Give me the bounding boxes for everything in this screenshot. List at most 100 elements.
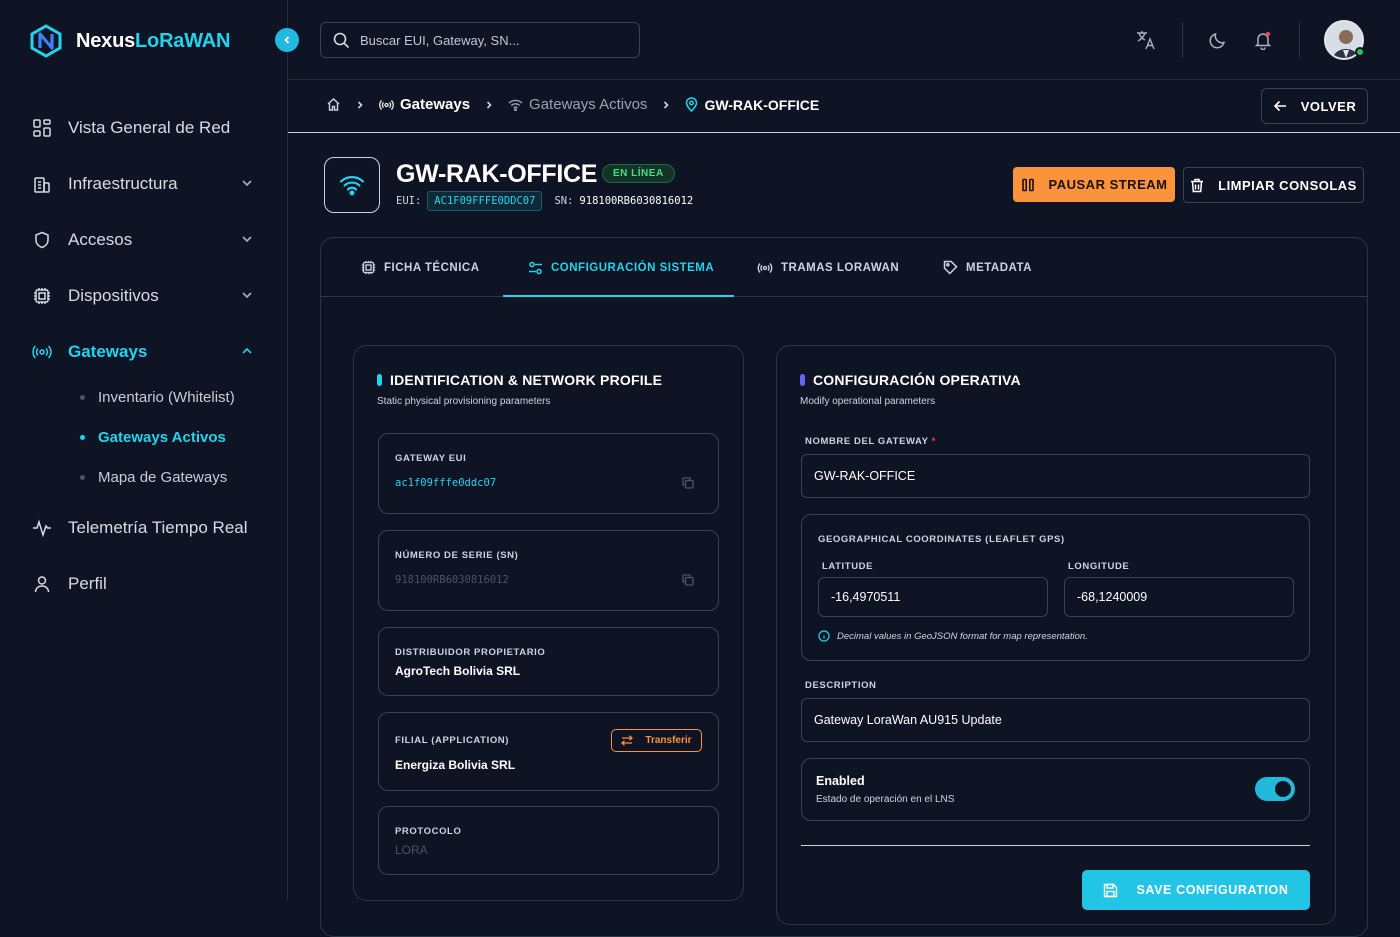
translate-icon <box>1137 31 1155 50</box>
nav-telemetria[interactable]: Telemetría Tiempo Real <box>32 516 254 540</box>
branch-card: FILIAL (APPLICATION) Energiza Bolivia SR… <box>378 712 719 791</box>
clear-label: LIMPIAR CONSOLAS <box>1218 177 1357 193</box>
back-button[interactable]: VOLVER <box>1261 88 1368 124</box>
title-accent <box>800 374 805 386</box>
longitude-input[interactable] <box>1064 577 1294 617</box>
field-label: DISTRIBUIDOR PROPIETARIO <box>395 647 546 658</box>
grid-icon <box>32 118 52 138</box>
app-logo[interactable]: NexusLoRaWAN <box>28 24 230 58</box>
panel-subtitle: Modify operational parameters <box>800 396 936 407</box>
breadcrumb-label: Gateways <box>400 96 471 113</box>
translate-button[interactable] <box>1134 28 1158 52</box>
tab-label: FICHA TÉCNICA <box>384 261 480 274</box>
divider <box>801 845 1310 846</box>
save-label: SAVE CONFIGURATION <box>1136 883 1289 897</box>
panel-title: CONFIGURACIÓN OPERATIVA <box>800 372 1021 388</box>
moon-icon <box>1209 32 1226 49</box>
nav-vista-general[interactable]: Vista General de Red <box>32 116 254 140</box>
chevron-up-icon <box>242 347 252 354</box>
breadcrumb-label: GW-RAK-OFFICE <box>704 96 820 113</box>
description-input[interactable] <box>801 698 1310 742</box>
wifi-icon <box>508 99 523 111</box>
nav-gateways[interactable]: Gateways <box>32 340 254 364</box>
enabled-toggle[interactable] <box>1255 777 1295 801</box>
chip-icon <box>32 286 52 306</box>
breadcrumb-gateways[interactable]: Gateways <box>379 96 470 113</box>
sliders-icon <box>529 261 542 274</box>
tab-metadata[interactable]: METADATA <box>943 238 1032 297</box>
tab-bar: FICHA TÉCNICA CONFIGURACIÓN SISTEMA TRAM… <box>321 238 1367 297</box>
broadcast-icon <box>757 262 773 273</box>
pause-stream-button[interactable]: PAUSAR STREAM <box>1013 167 1175 202</box>
bullet <box>80 435 85 440</box>
swap-icon <box>621 735 634 746</box>
save-configuration-button[interactable]: SAVE CONFIGURATION <box>1082 870 1310 910</box>
theme-toggle-button[interactable] <box>1206 28 1230 52</box>
sub-label: Gateways Activos <box>98 429 226 446</box>
coordinates-box: GEOGRAPHICAL COORDINATES (LEAFLET GPS) L… <box>801 514 1310 661</box>
broadcast-icon <box>32 342 52 362</box>
nav-infraestructura[interactable]: Infraestructura <box>32 172 254 196</box>
branch-value: Energiza Bolivia SRL <box>395 758 516 772</box>
tab-configuracion-sistema[interactable]: CONFIGURACIÓN SISTEMA <box>528 238 714 297</box>
tabs-card: FICHA TÉCNICA CONFIGURACIÓN SISTEMA TRAM… <box>320 237 1368 937</box>
top-bar <box>288 0 1400 80</box>
chevron-left-icon <box>284 36 290 44</box>
hint-text: Decimal values in GeoJSON format for map… <box>837 630 1088 642</box>
pause-label: PAUSAR STREAM <box>1048 177 1168 192</box>
gateway-name-input[interactable] <box>801 454 1310 498</box>
sn-label: SN: <box>554 195 574 207</box>
tab-ficha-tecnica[interactable]: FICHA TÉCNICA <box>361 238 480 297</box>
tab-tramas-lorawan[interactable]: TRAMAS LORAWAN <box>757 238 899 297</box>
user-icon <box>32 574 52 594</box>
transfer-label: Transferir <box>645 735 692 746</box>
tag-icon <box>943 260 958 275</box>
breadcrumb-active[interactable]: Gateways Activos <box>508 96 647 113</box>
sub-label: Mapa de Gateways <box>98 469 228 486</box>
app-name: NexusLoRaWAN <box>76 29 231 52</box>
transfer-button[interactable]: Transferir <box>611 729 702 752</box>
coordinates-hint: Decimal values in GeoJSON format for map… <box>818 630 1088 642</box>
notifications-button[interactable] <box>1251 28 1275 52</box>
copy-icon[interactable] <box>682 477 694 489</box>
collapse-sidebar-button[interactable] <box>275 28 299 52</box>
nav-dispositivos[interactable]: Dispositivos <box>32 284 254 308</box>
gateway-name-label: NOMBRE DEL GATEWAY * <box>805 436 936 447</box>
breadcrumb-home[interactable] <box>326 97 341 112</box>
nav-label: Dispositivos <box>68 286 159 305</box>
chevron-right-icon <box>484 100 494 110</box>
eui-value: AC1F09FFFE0DDC07 <box>427 191 543 211</box>
tab-label: METADATA <box>966 261 1032 274</box>
protocol-card: PROTOCOLO LORA <box>378 806 719 875</box>
tab-label: TRAMAS LORAWAN <box>781 261 900 274</box>
latitude-input[interactable] <box>818 577 1048 617</box>
bullet <box>80 475 85 480</box>
divider <box>1299 22 1300 58</box>
sub-gateways-activos[interactable]: Gateways Activos <box>80 429 226 446</box>
location-pin-icon <box>686 97 698 112</box>
nav-accesos[interactable]: Accesos <box>32 228 254 252</box>
search-box[interactable] <box>320 22 640 58</box>
latitude-label: LATITUDE <box>822 561 874 572</box>
sub-inventario[interactable]: Inventario (Whitelist) <box>80 389 235 406</box>
nav-label: Perfil <box>68 574 107 593</box>
sidebar: NexusLoRaWAN Vista General de Red Infrae… <box>0 0 288 900</box>
search-input[interactable] <box>360 32 620 48</box>
chevron-right-icon <box>355 100 365 110</box>
nav-perfil[interactable]: Perfil <box>32 572 254 596</box>
shield-icon <box>32 230 52 250</box>
nav-label: Accesos <box>68 230 133 249</box>
chevron-down-icon <box>242 180 252 187</box>
clear-consoles-button[interactable]: LIMPIAR CONSOLAS <box>1183 167 1364 203</box>
copy-icon[interactable] <box>682 574 694 586</box>
divider <box>1182 22 1183 58</box>
breadcrumb-label: Gateways Activos <box>529 96 648 113</box>
sub-mapa-gateways[interactable]: Mapa de Gateways <box>80 469 227 486</box>
chip-icon <box>361 260 376 275</box>
bell-icon <box>1254 31 1272 50</box>
enabled-card: Enabled Estado de operación en el LNS <box>801 758 1310 821</box>
chevron-right-icon <box>661 100 671 110</box>
toggle-knob <box>1275 781 1291 797</box>
search-icon <box>333 32 350 48</box>
sn-value: 918100RB6030816012 <box>579 195 694 207</box>
